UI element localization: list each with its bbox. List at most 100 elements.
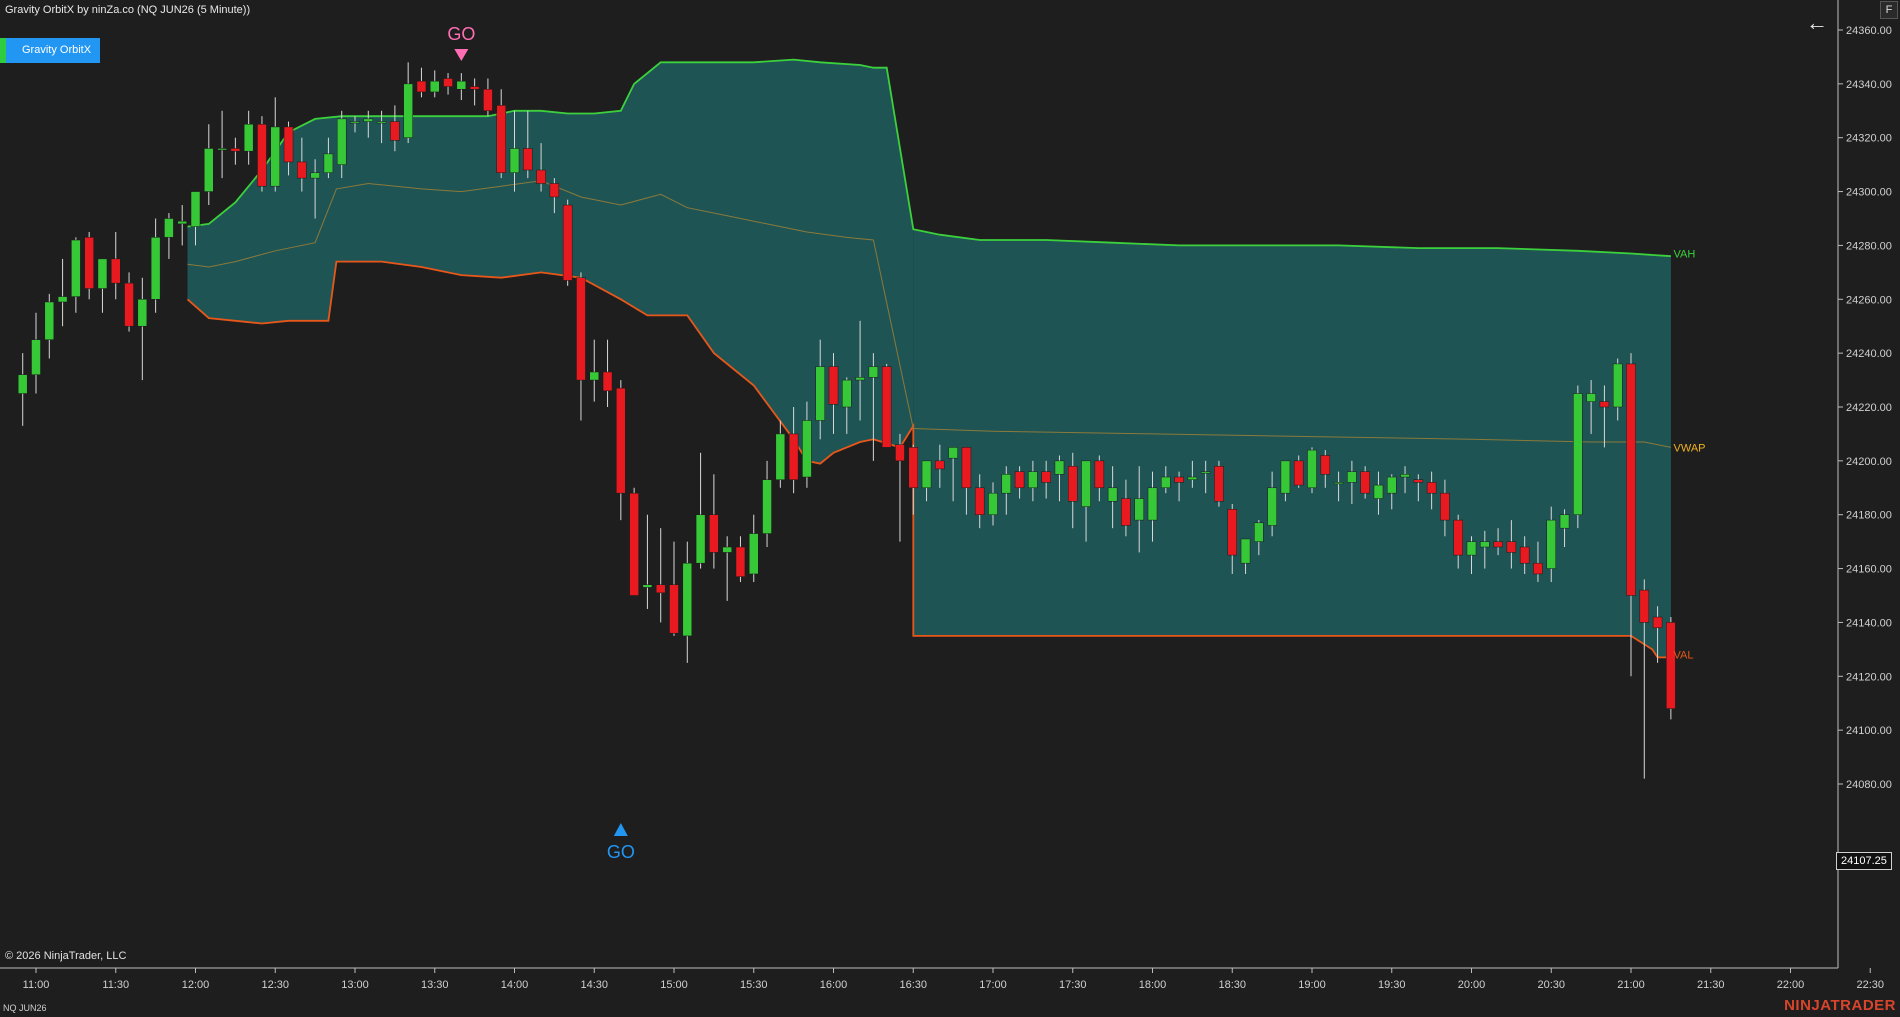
y-tick-label: 24320.00 [1846,133,1892,145]
buy-signal-label: GO [607,842,635,862]
candle-body [1400,474,1410,478]
candle-body [788,433,799,480]
candle-body [97,258,108,289]
candle-body [1240,538,1251,564]
candle-body [31,339,41,375]
candle-body [164,218,174,238]
candle-body [974,487,985,515]
y-tick-label: 24160.00 [1846,564,1892,576]
x-tick-label: 12:30 [261,979,289,991]
candle-body [443,78,453,87]
y-tick-label: 24120.00 [1846,671,1892,683]
candle-body [1227,509,1237,556]
candle-body [523,148,533,171]
candle-body [1254,522,1264,542]
candle-body [948,447,958,459]
candle-body [1586,393,1596,402]
candle-body [469,86,480,90]
candle-body [1134,498,1144,521]
candle-body [1612,363,1623,408]
candle-body [310,172,320,179]
candle-body [204,148,214,192]
candle-body [1280,460,1291,494]
candle-body [137,299,148,327]
candle-body [1094,460,1105,489]
x-tick-label: 22:00 [1777,979,1805,991]
candle-body [1041,471,1051,483]
candle-body [1187,476,1198,480]
candle-body [1054,460,1065,475]
indicator-tab[interactable]: Gravity OrbitX [0,38,100,63]
candle-body [828,366,839,405]
x-tick-label: 17:30 [1059,979,1087,991]
candle-body [430,80,440,93]
candle-body [243,124,254,152]
window-title: Gravity OrbitX by ninZa.co (NQ JUN26 (5 … [5,4,251,16]
x-tick-label: 16:00 [820,979,848,991]
candle-body [1546,519,1556,569]
arrow-left-icon[interactable]: ← [1806,10,1828,36]
candle-body [403,83,413,138]
instrument-label: NQ JUN26 [3,1003,47,1013]
x-tick-label: 19:00 [1298,979,1326,991]
x-tick-label: 12:00 [182,979,210,991]
candle-body [376,121,387,124]
candle-body [655,584,666,594]
candle-body [217,148,227,151]
price-chart[interactable]: 24080.00 24100.00 24120.00 24140.00 24160.00… [0,0,1900,1017]
candle-body [416,80,427,93]
y-tick-label: 24280.00 [1846,240,1892,252]
y-tick-label: 24180.00 [1846,510,1892,522]
value-area-zone [187,59,914,464]
buy-signal-arrow-icon [613,823,628,836]
x-tick-label: 15:00 [660,979,688,991]
y-tick-label: 24340.00 [1846,79,1892,91]
candle-body [1626,363,1636,596]
candle-body [616,387,626,494]
x-tick-label: 16:30 [899,979,927,991]
indicator-tab-label: Gravity OrbitX [22,44,92,56]
candle-body [1559,514,1570,529]
candle-body [549,183,560,198]
x-tick-label: 11:00 [23,979,50,991]
candle-body [749,533,759,575]
candle-body [1639,589,1650,623]
corner-button[interactable]: F [1880,1,1898,19]
candle-body [1333,482,1344,485]
candle-body [775,433,786,480]
candle-body [895,444,905,462]
y-tick-label: 24220.00 [1846,402,1892,414]
val-label: VAL [1674,650,1694,662]
candle-body [602,371,613,392]
candle-body [257,124,267,187]
candle-body [881,366,892,448]
candle-body [1028,471,1038,489]
candle-body [1413,479,1424,483]
x-tick-label: 14:30 [580,979,608,991]
candle-body [695,514,706,564]
candle-body [1387,476,1397,494]
candle-body [589,371,599,381]
candle-body [1068,465,1078,502]
candle-body [1666,622,1676,709]
candle-body [483,88,493,112]
candle-body [1174,476,1184,483]
sell-signal-label: GO [447,24,475,44]
candle-body [709,514,719,553]
candle-body [1001,474,1012,494]
y-tick-label: 24260.00 [1846,294,1892,306]
candle-body [17,374,28,394]
candle-body [735,546,746,577]
candle-body [908,447,918,489]
x-tick-label: 21:00 [1617,979,1645,991]
candle-body [1307,449,1317,489]
candle-body [868,366,879,378]
candle-body [1573,393,1583,515]
candle-body [1320,455,1331,475]
x-tick-label: 17:00 [979,979,1007,991]
candle-body [57,296,68,303]
value-area-zone [913,229,1671,658]
candle-body [642,584,653,588]
candle-body [1466,541,1477,556]
candle-body [1480,541,1490,548]
